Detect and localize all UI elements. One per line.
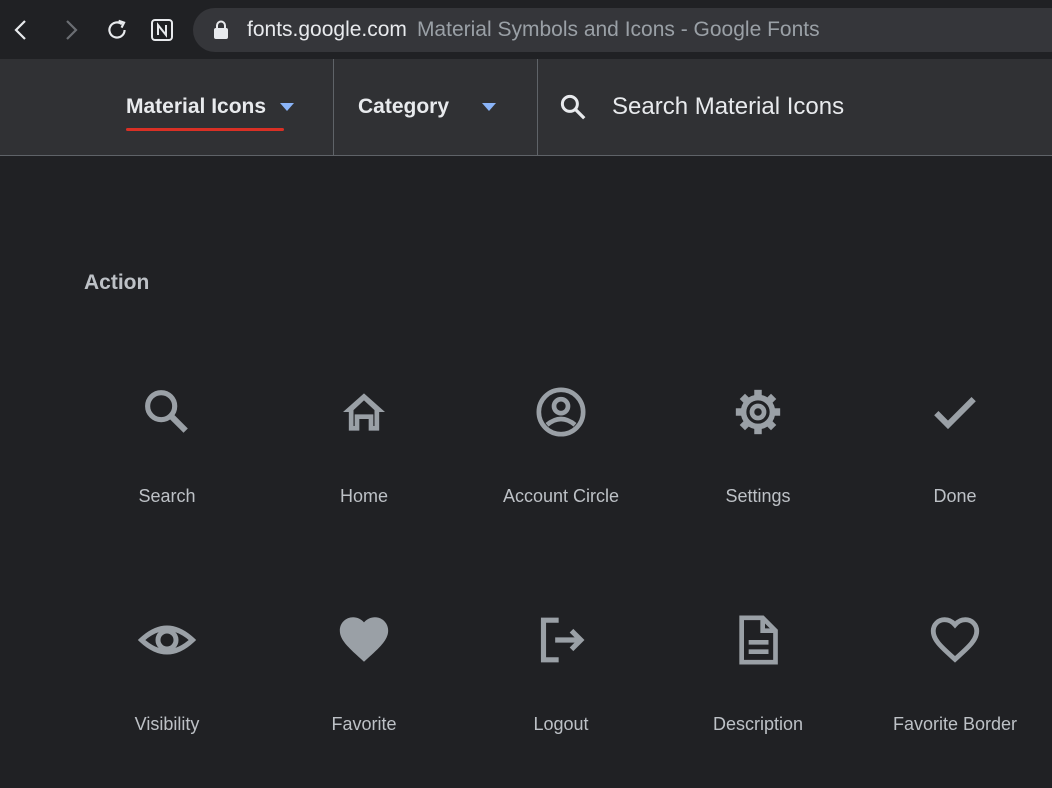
icon-card-home[interactable]: Home [266, 360, 462, 560]
account-circle-icon [531, 382, 591, 442]
notion-icon [151, 19, 173, 41]
chevron-down-icon [280, 103, 295, 111]
done-icon [925, 382, 985, 442]
reload-icon [108, 19, 126, 39]
icon-set-label: Material Icons [126, 95, 267, 118]
icon-card-search[interactable]: Search [69, 360, 265, 560]
category-label: Category [358, 95, 450, 118]
logout-icon [531, 610, 591, 670]
back-icon [14, 20, 26, 40]
address-bar[interactable]: fonts.google.com Material Symbols and Ic… [193, 8, 1052, 52]
search-icon [560, 94, 586, 120]
toolbar-divider [333, 59, 334, 155]
home-icon [334, 382, 394, 442]
icon-card-done[interactable]: Done [857, 360, 1052, 560]
favorite-border-icon [925, 610, 985, 670]
search-box[interactable] [538, 59, 1052, 155]
icon-label: Favorite [331, 714, 397, 734]
search-icon [137, 382, 197, 442]
icon-label: Account Circle [502, 486, 620, 506]
icons-toolbar: Material Icons Category [0, 59, 1052, 156]
icon-card-visibility[interactable]: Visibility [69, 588, 265, 788]
back-button[interactable] [2, 10, 42, 50]
visibility-icon [137, 610, 197, 670]
forward-icon [66, 20, 78, 40]
notion-extension-button[interactable] [142, 10, 182, 50]
icon-card-favorite[interactable]: Favorite [266, 588, 462, 788]
browser-toolbar: fonts.google.com Material Symbols and Ic… [0, 0, 1052, 59]
description-icon [728, 610, 788, 670]
search-input[interactable] [610, 92, 1014, 122]
icon-card-favorite-border[interactable]: Favorite Border [857, 588, 1052, 788]
chevron-down-icon [482, 103, 497, 111]
icon-card-description[interactable]: Description [660, 588, 856, 788]
icon-label: Search [138, 486, 196, 506]
lock-icon [213, 20, 229, 40]
category-dropdown[interactable]: Category [358, 59, 497, 155]
forward-button[interactable] [50, 10, 90, 50]
icon-label: Favorite Border [892, 714, 1018, 734]
icon-card-settings[interactable]: Settings [660, 360, 856, 560]
section-title: Action [84, 271, 150, 294]
icon-label: Home [339, 486, 388, 506]
page-title: Material Symbols and Icons - Google Font… [416, 18, 820, 41]
icon-card-account-circle[interactable]: Account Circle [463, 360, 659, 560]
icon-label: Visibility [134, 714, 200, 734]
icon-label: Done [933, 486, 977, 506]
reload-button[interactable] [97, 10, 137, 50]
settings-icon [728, 382, 788, 442]
icon-label: Description [712, 714, 804, 734]
active-tab-underline [126, 128, 284, 131]
icon-label: Settings [725, 486, 791, 506]
favorite-icon [334, 610, 394, 670]
url-host: fonts.google.com [247, 18, 407, 41]
icon-label: Logout [533, 714, 589, 734]
icon-card-logout[interactable]: Logout [463, 588, 659, 788]
icon-set-dropdown[interactable]: Material Icons [126, 59, 295, 155]
